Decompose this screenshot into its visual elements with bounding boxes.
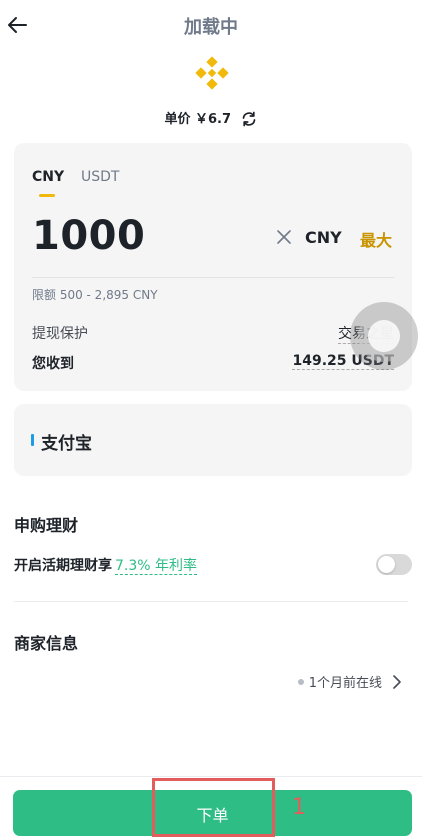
unit-price-label: 单价 bbox=[164, 112, 191, 127]
merchant-section-title: 商家信息 bbox=[14, 634, 79, 653]
earn-rate[interactable]: 7.3% 年利率 bbox=[115, 558, 198, 575]
tab-cny[interactable]: CNY bbox=[32, 169, 64, 185]
tab-usdt[interactable]: USDT bbox=[81, 169, 119, 185]
divider bbox=[32, 277, 394, 278]
assistive-touch-core bbox=[368, 320, 400, 352]
earn-text: 开启活期理财享 bbox=[14, 558, 112, 574]
chevron-right-icon bbox=[393, 674, 401, 689]
section-divider bbox=[14, 601, 408, 602]
status-dot bbox=[297, 678, 304, 685]
receive-label: 您收到 bbox=[32, 356, 74, 372]
earn-toggle[interactable] bbox=[376, 554, 412, 575]
online-status-text: 1个月前在线 bbox=[308, 676, 382, 691]
earn-section-title: 申购理财 bbox=[14, 516, 79, 535]
footer-divider bbox=[0, 776, 422, 777]
protection-label: 提现保护 bbox=[32, 326, 88, 342]
earn-row: 开启活期理财享 7.3% 年利率 bbox=[14, 555, 198, 575]
payment-accent-bar bbox=[31, 434, 34, 446]
page-title: 加载中 bbox=[184, 17, 238, 38]
refresh-icon[interactable] bbox=[240, 110, 258, 128]
unit-price-value: ￥6.7 bbox=[194, 112, 232, 127]
amount-input[interactable]: 1000 bbox=[32, 213, 145, 259]
toggle-knob bbox=[378, 556, 395, 573]
amount-unit: CNY bbox=[305, 228, 342, 247]
payment-method-card[interactable]: 支付宝 bbox=[14, 404, 412, 476]
amount-card: CNY USDT 1000 CNY 最大 限额 500 - 2,895 CNY … bbox=[14, 143, 412, 391]
payment-method-label: 支付宝 bbox=[41, 434, 92, 454]
limit-text: 限额 500 - 2,895 CNY bbox=[32, 288, 158, 302]
tab-indicator bbox=[39, 194, 55, 197]
merchant-online-status[interactable]: 1个月前在线 bbox=[297, 672, 402, 691]
assistive-touch-button[interactable] bbox=[350, 302, 418, 370]
annotation-highlight-box bbox=[152, 778, 275, 837]
clear-icon[interactable] bbox=[276, 229, 292, 245]
unit-price: 单价 ￥6.7 bbox=[0, 110, 422, 130]
binance-logo-icon bbox=[195, 56, 229, 90]
header: 加载中 bbox=[0, 0, 422, 50]
max-button[interactable]: 最大 bbox=[360, 227, 392, 251]
annotation-step-number: 1 bbox=[292, 795, 306, 820]
